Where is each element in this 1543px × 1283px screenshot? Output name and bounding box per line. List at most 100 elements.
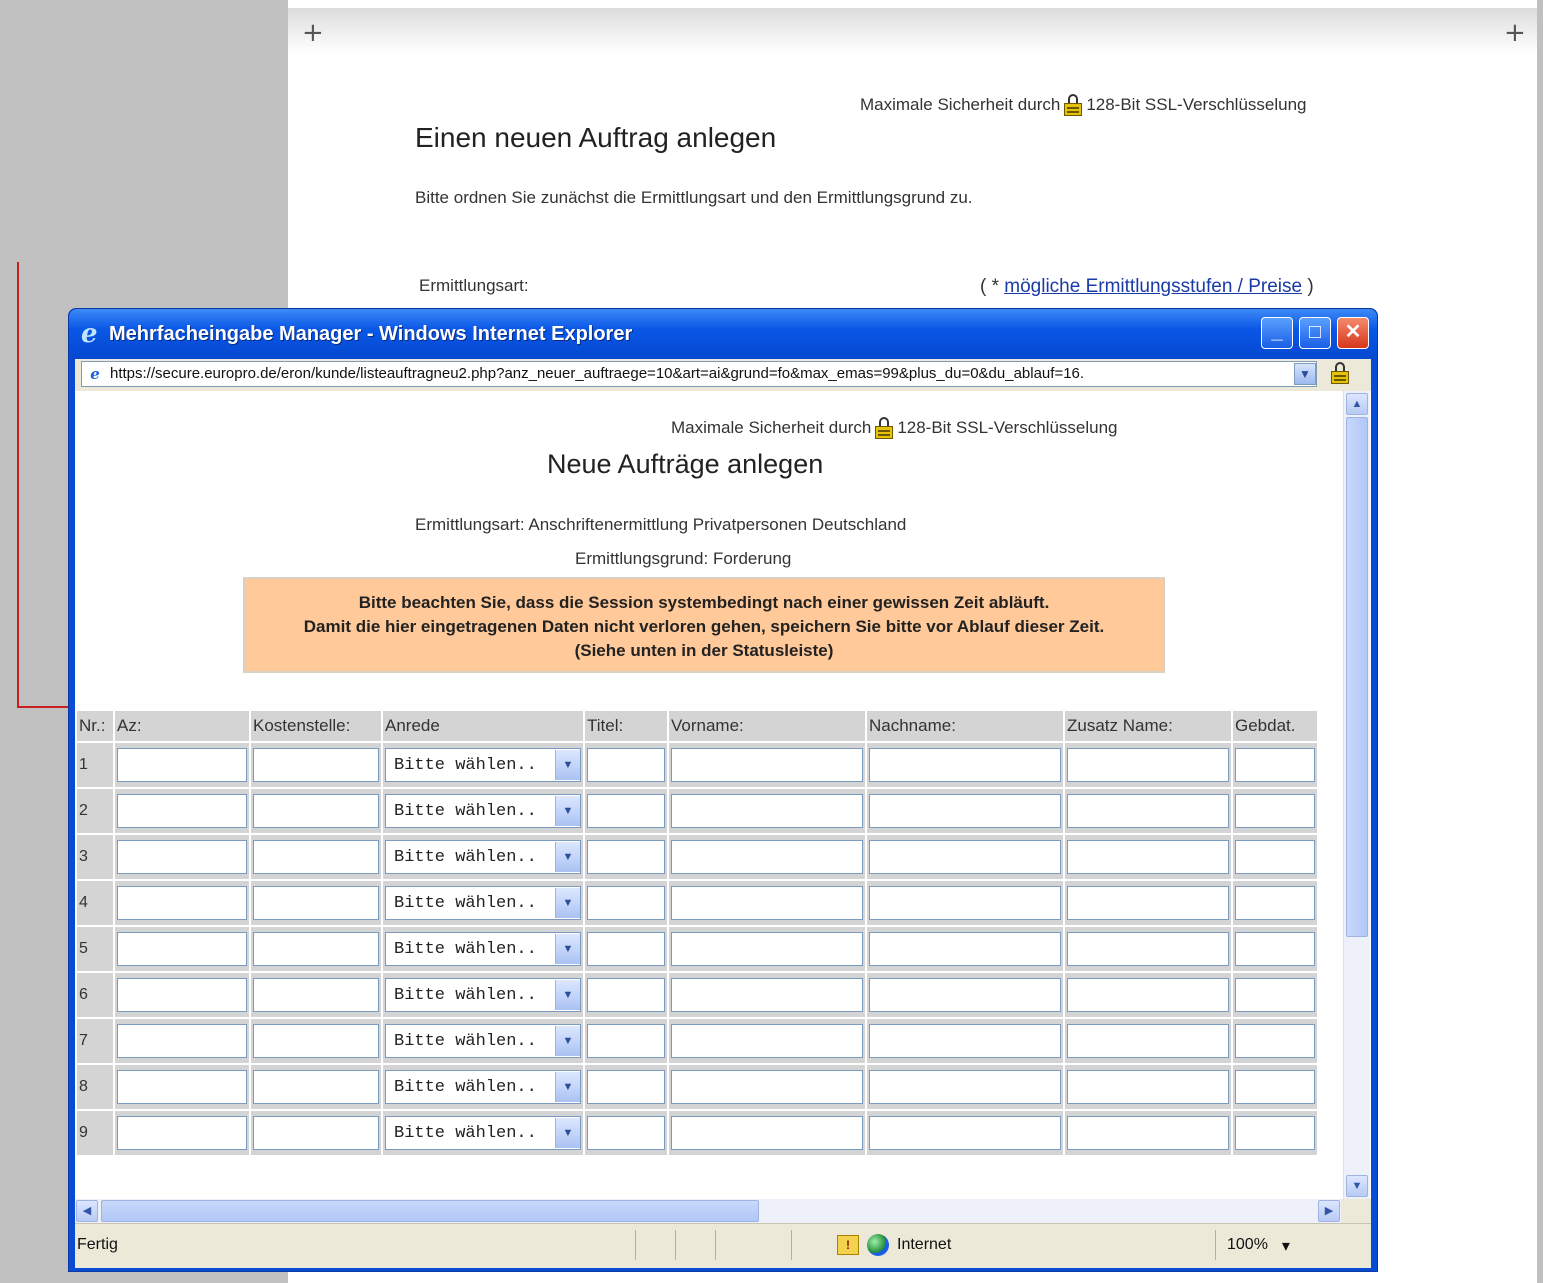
titel-input[interactable]	[587, 886, 665, 920]
anrede-select[interactable]: Bitte wählen.. ▼	[385, 978, 581, 1012]
kostenstelle-input[interactable]	[253, 1024, 379, 1058]
zusatz-name-input[interactable]	[1067, 1024, 1229, 1058]
anrede-select[interactable]: Bitte wählen.. ▼	[385, 748, 581, 782]
scroll-up-icon[interactable]: ▲	[1346, 393, 1368, 415]
gebdat-input[interactable]	[1235, 932, 1315, 966]
chevron-down-icon[interactable]: ▼	[555, 1118, 580, 1148]
az-input[interactable]	[117, 840, 247, 874]
az-input[interactable]	[117, 794, 247, 828]
url-field[interactable]: e https://secure.europro.de/eron/kunde/l…	[81, 361, 1317, 387]
zusatz-name-input[interactable]	[1067, 1116, 1229, 1150]
az-input[interactable]	[117, 978, 247, 1012]
zusatz-name-input[interactable]	[1067, 794, 1229, 828]
zusatz-name-input[interactable]	[1067, 840, 1229, 874]
nachname-input[interactable]	[869, 794, 1061, 828]
az-input[interactable]	[117, 1116, 247, 1150]
chevron-down-icon[interactable]: ▼	[555, 1026, 580, 1056]
vorname-input[interactable]	[671, 1116, 863, 1150]
az-input[interactable]	[117, 932, 247, 966]
nachname-input[interactable]	[869, 748, 1061, 782]
titel-input[interactable]	[587, 748, 665, 782]
kostenstelle-input[interactable]	[253, 886, 379, 920]
az-input[interactable]	[117, 1070, 247, 1104]
nachname-input[interactable]	[869, 932, 1061, 966]
anrede-select[interactable]: Bitte wählen.. ▼	[385, 1024, 581, 1058]
gebdat-input[interactable]	[1235, 748, 1315, 782]
titel-input[interactable]	[587, 794, 665, 828]
vorname-input[interactable]	[671, 886, 863, 920]
gebdat-input[interactable]	[1235, 886, 1315, 920]
vorname-input[interactable]	[671, 794, 863, 828]
zusatz-name-input[interactable]	[1067, 932, 1229, 966]
gebdat-input[interactable]	[1235, 794, 1315, 828]
protected-mode-icon[interactable]: !	[837, 1235, 859, 1255]
gebdat-input[interactable]	[1235, 840, 1315, 874]
vertical-scrollbar[interactable]: ▲ ▼	[1343, 391, 1370, 1199]
status-zone[interactable]: ! Internet	[837, 1234, 951, 1256]
nachname-input[interactable]	[869, 1070, 1061, 1104]
vorname-input[interactable]	[671, 1024, 863, 1058]
titel-input[interactable]	[587, 1070, 665, 1104]
chevron-down-icon[interactable]: ▼	[555, 934, 580, 964]
nachname-input[interactable]	[869, 1024, 1061, 1058]
zusatz-name-input[interactable]	[1067, 886, 1229, 920]
ssl-padlock-icon[interactable]	[1331, 362, 1349, 384]
gebdat-input[interactable]	[1235, 1070, 1315, 1104]
vertical-scroll-thumb[interactable]	[1346, 417, 1368, 937]
anrede-select[interactable]: Bitte wählen.. ▼	[385, 932, 581, 966]
az-input[interactable]	[117, 886, 247, 920]
gebdat-input[interactable]	[1235, 1116, 1315, 1150]
az-input[interactable]	[117, 748, 247, 782]
titel-input[interactable]	[587, 1024, 665, 1058]
window-titlebar[interactable]: e Mehrfacheingabe Manager - Windows Inte…	[69, 309, 1377, 359]
kostenstelle-input[interactable]	[253, 932, 379, 966]
minimize-button[interactable]: _	[1261, 317, 1293, 349]
nachname-input[interactable]	[869, 1116, 1061, 1150]
maximize-button[interactable]: □	[1299, 317, 1331, 349]
anrede-select[interactable]: Bitte wählen.. ▼	[385, 794, 581, 828]
anrede-select[interactable]: Bitte wählen.. ▼	[385, 840, 581, 874]
horizontal-scroll-thumb[interactable]	[101, 1200, 759, 1222]
chevron-down-icon[interactable]: ▼	[555, 1072, 580, 1102]
chevron-down-icon[interactable]: ▼	[555, 842, 580, 872]
nachname-input[interactable]	[869, 840, 1061, 874]
kostenstelle-input[interactable]	[253, 1070, 379, 1104]
vorname-input[interactable]	[671, 1070, 863, 1104]
chevron-down-icon[interactable]: ▼	[555, 980, 580, 1010]
titel-input[interactable]	[587, 932, 665, 966]
vorname-input[interactable]	[671, 978, 863, 1012]
chevron-down-icon[interactable]: ▼	[555, 796, 580, 826]
az-input[interactable]	[117, 1024, 247, 1058]
kostenstelle-input[interactable]	[253, 794, 379, 828]
gebdat-input[interactable]	[1235, 1024, 1315, 1058]
zusatz-name-input[interactable]	[1067, 748, 1229, 782]
horizontal-scrollbar[interactable]: ◀ ▶	[75, 1199, 1341, 1223]
scroll-down-icon[interactable]: ▼	[1346, 1175, 1368, 1197]
titel-input[interactable]	[587, 978, 665, 1012]
anrede-select[interactable]: Bitte wählen.. ▼	[385, 1116, 581, 1150]
kostenstelle-input[interactable]	[253, 748, 379, 782]
kostenstelle-input[interactable]	[253, 978, 379, 1012]
titel-input[interactable]	[587, 840, 665, 874]
chevron-down-icon[interactable]: ▼	[1294, 363, 1316, 385]
gebdat-input[interactable]	[1235, 978, 1315, 1012]
vorname-input[interactable]	[671, 748, 863, 782]
zusatz-name-input[interactable]	[1067, 978, 1229, 1012]
anrede-select[interactable]: Bitte wählen.. ▼	[385, 1070, 581, 1104]
kostenstelle-input[interactable]	[253, 1116, 379, 1150]
kostenstelle-input[interactable]	[253, 840, 379, 874]
vorname-input[interactable]	[671, 840, 863, 874]
scroll-right-icon[interactable]: ▶	[1318, 1200, 1340, 1222]
zusatz-name-input[interactable]	[1067, 1070, 1229, 1104]
zoom-dropdown-icon[interactable]: ▾	[1282, 1236, 1290, 1256]
anrede-select[interactable]: Bitte wählen.. ▼	[385, 886, 581, 920]
titel-input[interactable]	[587, 1116, 665, 1150]
nachname-input[interactable]	[869, 886, 1061, 920]
zoom-control[interactable]: 100% ▾	[1227, 1236, 1290, 1256]
nachname-input[interactable]	[869, 978, 1061, 1012]
prices-link[interactable]: mögliche Ermittlungsstufen / Preise	[1004, 276, 1302, 297]
close-button[interactable]: ✕	[1337, 317, 1369, 349]
vorname-input[interactable]	[671, 932, 863, 966]
chevron-down-icon[interactable]: ▼	[555, 888, 580, 918]
scroll-left-icon[interactable]: ◀	[76, 1200, 98, 1222]
